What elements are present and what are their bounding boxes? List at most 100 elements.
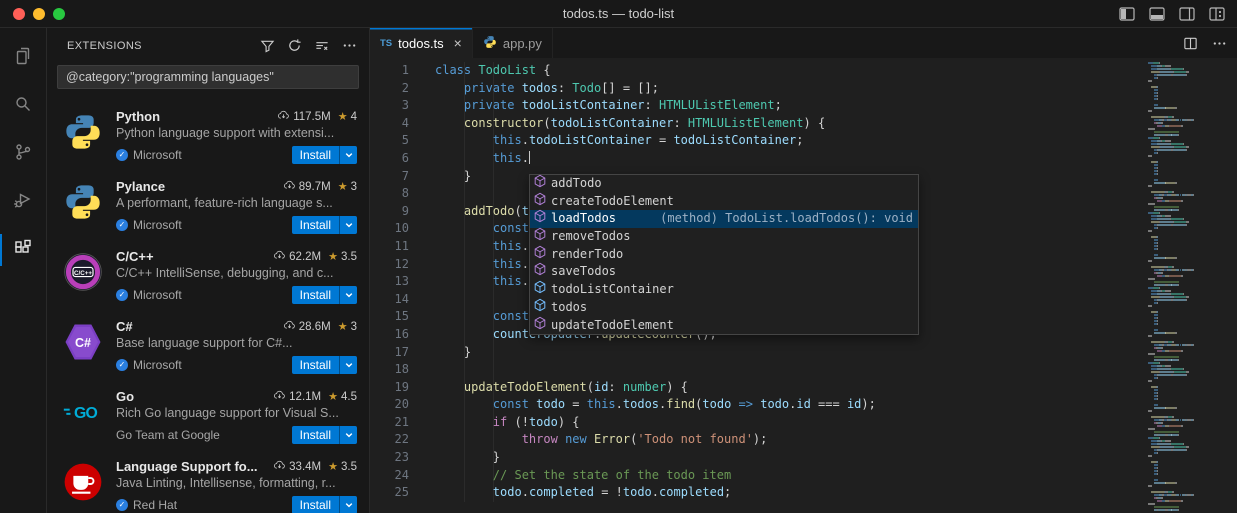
- code-line[interactable]: private todoListContainer: HTMLUListElem…: [435, 97, 1137, 115]
- extension-item[interactable]: C# C# 28.6M ★ 3 Base language support fo…: [47, 307, 369, 377]
- window-title: todos.ts — todo-list: [0, 6, 1237, 21]
- intellisense-suggest-widget: addTodo createTodoElement loadTodos (met…: [529, 174, 919, 335]
- line-number: 6: [370, 150, 409, 168]
- code-line[interactable]: constructor(todoListContainer: HTMLUList…: [435, 115, 1137, 133]
- suggest-item-updateTodoElement[interactable]: updateTodoElement: [530, 317, 918, 335]
- install-dropdown-button[interactable]: [339, 216, 357, 234]
- install-button[interactable]: Install: [292, 146, 339, 164]
- extension-item[interactable]: GO Go 12.1M ★ 4.5 Rich Go language suppo…: [47, 377, 369, 447]
- sidebar-item-explorer[interactable]: [0, 34, 46, 82]
- download-count-icon: [273, 249, 286, 264]
- line-number: 8: [370, 185, 409, 203]
- toggle-secondary-sidebar-icon[interactable]: [1179, 7, 1195, 21]
- extension-publisher: ✓ Microsoft: [116, 288, 182, 302]
- code-line[interactable]: private todos: Todo[] = [];: [435, 80, 1137, 98]
- suggest-item-loadTodos[interactable]: loadTodos (method) TodoList.loadTodos():…: [530, 210, 918, 228]
- extension-name: Pylance: [116, 179, 165, 194]
- install-button[interactable]: Install: [292, 286, 339, 304]
- extension-item[interactable]: Language Support fo... 33.4M ★ 3.5 Java …: [47, 447, 369, 513]
- extension-description: A performant, feature-rich language s...: [116, 196, 357, 215]
- tab-label: todos.ts: [398, 36, 444, 51]
- suggest-label: todos: [551, 299, 587, 317]
- close-tab-icon[interactable]: ×: [454, 35, 462, 51]
- extension-stats: 28.6M ★ 3: [283, 319, 357, 334]
- sidebar-item-run-debug[interactable]: [0, 178, 46, 226]
- code-line[interactable]: // Set the state of the todo item: [435, 467, 1137, 485]
- install-dropdown-button[interactable]: [339, 356, 357, 374]
- code-line[interactable]: this.todoListContainer = todoListContain…: [435, 132, 1137, 150]
- code-line[interactable]: }: [435, 344, 1137, 362]
- line-numbers-gutter: 1234567891011121314151617181920212223242…: [370, 62, 409, 502]
- install-dropdown-button[interactable]: [339, 286, 357, 304]
- rating: 3: [351, 321, 357, 333]
- extensions-search-input[interactable]: [57, 65, 359, 89]
- install-button[interactable]: Install: [292, 496, 339, 513]
- line-number: 11: [370, 238, 409, 256]
- suggest-item-renderTodo[interactable]: renderTodo: [530, 246, 918, 264]
- suggest-item-addTodo[interactable]: addTodo: [530, 175, 918, 193]
- toggle-primary-sidebar-icon[interactable]: [1119, 7, 1135, 21]
- download-count-icon: [273, 459, 286, 474]
- star-icon: ★: [338, 320, 348, 333]
- filter-icon[interactable]: [260, 38, 275, 53]
- install-button[interactable]: Install: [292, 216, 339, 234]
- more-actions-icon[interactable]: [1212, 36, 1227, 51]
- minimap[interactable]: [1148, 62, 1230, 513]
- suggest-item-removeTodos[interactable]: removeTodos: [530, 228, 918, 246]
- suggest-item-todos[interactable]: todos: [530, 299, 918, 317]
- extension-stats: 12.1M ★ 4.5: [273, 389, 357, 404]
- install-button[interactable]: Install: [292, 356, 339, 374]
- code-line[interactable]: todo.completed = !todo.completed;: [435, 484, 1137, 502]
- extension-publisher: ✓ Red Hat: [116, 498, 177, 512]
- extensions-icon: [11, 236, 35, 265]
- star-icon: ★: [328, 460, 338, 473]
- code-line[interactable]: class TodoList {: [435, 62, 1137, 80]
- suggest-item-todoListContainer[interactable]: todoListContainer: [530, 281, 918, 299]
- star-icon: ★: [328, 390, 338, 403]
- customize-layout-icon[interactable]: [1209, 7, 1225, 21]
- code-line[interactable]: const todo = this.todos.find(todo => tod…: [435, 396, 1137, 414]
- install-dropdown-button[interactable]: [339, 496, 357, 513]
- toggle-panel-icon[interactable]: [1149, 7, 1165, 21]
- sidebar-item-source-control[interactable]: [0, 130, 46, 178]
- text-cursor: [529, 151, 531, 164]
- extensions-header: EXTENSIONS: [47, 28, 369, 63]
- rating: 4: [351, 111, 357, 123]
- install-dropdown-button[interactable]: [339, 146, 357, 164]
- code-line[interactable]: [435, 361, 1137, 379]
- refresh-icon[interactable]: [287, 38, 302, 53]
- suggest-item-createTodoElement[interactable]: createTodoElement: [530, 193, 918, 211]
- suggest-item-saveTodos[interactable]: saveTodos: [530, 263, 918, 281]
- tab-app-py[interactable]: app.py: [473, 28, 553, 58]
- code-line[interactable]: this.: [435, 150, 1137, 168]
- line-number: 17: [370, 344, 409, 362]
- extension-item[interactable]: C/C++ C/C++ 62.2M ★ 3.5 C/C++ IntelliSen…: [47, 237, 369, 307]
- line-number: 2: [370, 80, 409, 98]
- download-count: 12.1M: [289, 391, 321, 403]
- code-line[interactable]: if (!todo) {: [435, 414, 1137, 432]
- more-actions-icon[interactable]: [342, 38, 357, 53]
- split-editor-icon[interactable]: [1183, 36, 1198, 51]
- symbol-method-icon: [533, 245, 551, 265]
- sidebar-item-search[interactable]: [0, 82, 46, 130]
- star-icon: ★: [338, 110, 348, 123]
- line-number: 24: [370, 467, 409, 485]
- line-number: 5: [370, 132, 409, 150]
- tab-todos-ts[interactable]: TS todos.ts ×: [370, 28, 473, 58]
- sidebar-item-extensions[interactable]: [0, 226, 46, 274]
- install-dropdown-button[interactable]: [339, 426, 357, 444]
- download-count-icon: [283, 179, 296, 194]
- extension-item[interactable]: Pylance 89.7M ★ 3 A performant, feature-…: [47, 167, 369, 237]
- download-count: 117.5M: [293, 111, 331, 123]
- code-line[interactable]: updateTodoElement(id: number) {: [435, 379, 1137, 397]
- svg-text:C#: C#: [75, 336, 91, 350]
- clear-search-results-icon[interactable]: [314, 38, 330, 53]
- symbol-method-icon: [533, 262, 551, 282]
- line-number: 15: [370, 308, 409, 326]
- code-line[interactable]: throw new Error('Todo not found');: [435, 431, 1137, 449]
- code-line[interactable]: }: [435, 449, 1137, 467]
- suggest-label: addTodo: [551, 175, 602, 193]
- extension-item[interactable]: Python 117.5M ★ 4 Python language suppor…: [47, 97, 369, 167]
- install-button[interactable]: Install: [292, 426, 339, 444]
- code-editor[interactable]: 1234567891011121314151617181920212223242…: [370, 58, 1237, 513]
